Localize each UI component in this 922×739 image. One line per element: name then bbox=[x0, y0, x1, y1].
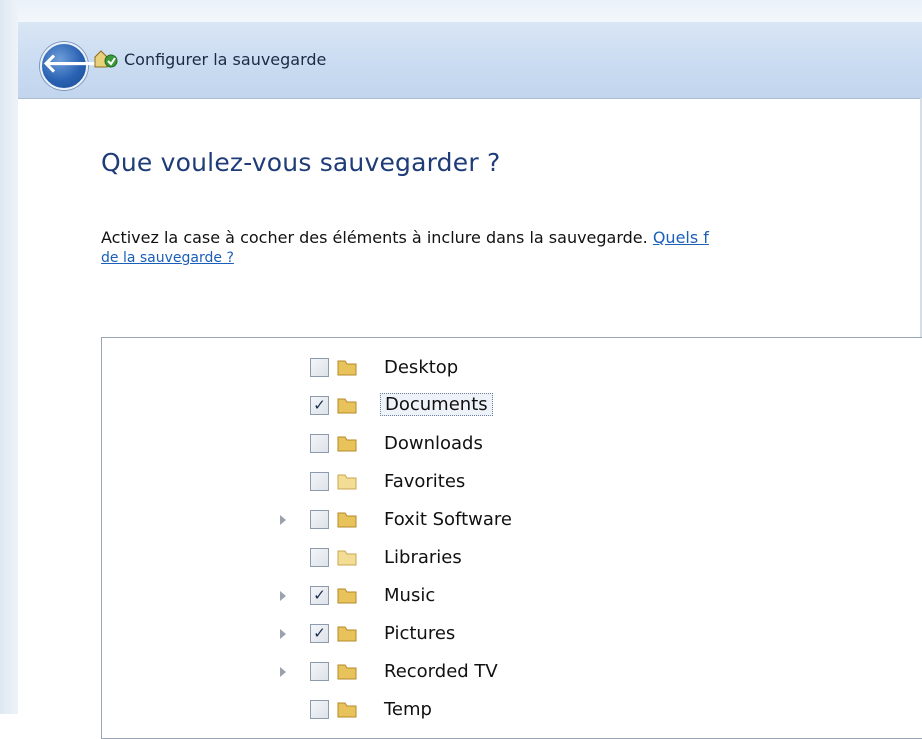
instruction-text: Activez la case à cocher des éléments à … bbox=[101, 228, 709, 247]
folder-icon bbox=[337, 512, 357, 528]
expander-arrow-icon[interactable] bbox=[280, 591, 286, 601]
tree-item-label: Favorites bbox=[384, 471, 466, 492]
page-heading: Que voulez-vous sauvegarder ? bbox=[101, 148, 501, 177]
expander-arrow-icon[interactable] bbox=[280, 629, 286, 639]
checkbox[interactable] bbox=[310, 358, 329, 377]
folder-tree[interactable]: Desktop ✓ Documents Downloads Favorites … bbox=[101, 337, 922, 739]
checkbox[interactable] bbox=[310, 662, 329, 681]
tree-item-downloads[interactable]: Downloads bbox=[102, 429, 702, 461]
check-mark-icon: ✓ bbox=[313, 586, 326, 604]
checkbox[interactable] bbox=[310, 434, 329, 453]
tree-item-temp[interactable]: Temp bbox=[102, 695, 702, 727]
tree-item-documents[interactable]: ✓ Documents bbox=[102, 391, 702, 423]
tree-item-favorites[interactable]: Favorites bbox=[102, 467, 702, 499]
folder-icon bbox=[337, 398, 357, 414]
checkbox[interactable] bbox=[310, 472, 329, 491]
folder-icon bbox=[337, 664, 357, 680]
help-link-line2[interactable]: de la sauvegarde ? bbox=[101, 250, 234, 266]
help-link[interactable]: Quels f bbox=[653, 228, 709, 247]
tree-item-label: Desktop bbox=[384, 357, 459, 378]
window-left-frame bbox=[0, 0, 18, 714]
instruction-label: Activez la case à cocher des éléments à … bbox=[101, 228, 648, 247]
check-mark-icon: ✓ bbox=[313, 396, 326, 414]
tree-item-label: Foxit Software bbox=[384, 509, 512, 530]
folder-icon bbox=[337, 360, 357, 376]
folder-icon bbox=[337, 474, 357, 490]
tree-item-label: Libraries bbox=[384, 547, 462, 568]
checkbox[interactable] bbox=[310, 510, 329, 529]
expander-arrow-icon[interactable] bbox=[280, 515, 286, 525]
folder-icon bbox=[337, 588, 357, 604]
tree-item-foxit-software[interactable]: Foxit Software bbox=[102, 505, 702, 537]
checkbox[interactable]: ✓ bbox=[310, 396, 329, 415]
folder-icon bbox=[337, 550, 357, 566]
tree-item-label: Recorded TV bbox=[384, 661, 498, 682]
tree-item-recorded-tv[interactable]: Recorded TV bbox=[102, 657, 702, 689]
tree-item-label: Music bbox=[384, 585, 436, 606]
backup-icon bbox=[94, 50, 118, 68]
checkbox[interactable] bbox=[310, 548, 329, 567]
tree-item-libraries[interactable]: Libraries bbox=[102, 543, 702, 575]
tree-item-music[interactable]: ✓ Music bbox=[102, 581, 702, 613]
tree-item-desktop[interactable]: Desktop bbox=[102, 353, 702, 385]
tree-item-label: Downloads bbox=[384, 433, 483, 454]
check-mark-icon: ✓ bbox=[313, 624, 326, 642]
checkbox[interactable]: ✓ bbox=[310, 624, 329, 643]
tree-item-label: Documents bbox=[380, 393, 493, 416]
help-link-continuation: de la sauvegarde ? bbox=[101, 250, 234, 266]
folder-icon bbox=[337, 626, 357, 642]
back-button[interactable]: 🡐 bbox=[40, 42, 112, 90]
expander-arrow-icon[interactable] bbox=[280, 667, 286, 677]
folder-icon bbox=[337, 702, 357, 718]
checkbox[interactable] bbox=[310, 700, 329, 719]
tree-item-label: Pictures bbox=[384, 623, 456, 644]
checkbox[interactable]: ✓ bbox=[310, 586, 329, 605]
window-top-frame bbox=[0, 0, 922, 22]
window-title: Configurer la sauvegarde bbox=[124, 50, 327, 69]
tree-item-pictures[interactable]: ✓ Pictures bbox=[102, 619, 702, 651]
tree-item-label: Temp bbox=[384, 699, 432, 720]
folder-icon bbox=[337, 436, 357, 452]
